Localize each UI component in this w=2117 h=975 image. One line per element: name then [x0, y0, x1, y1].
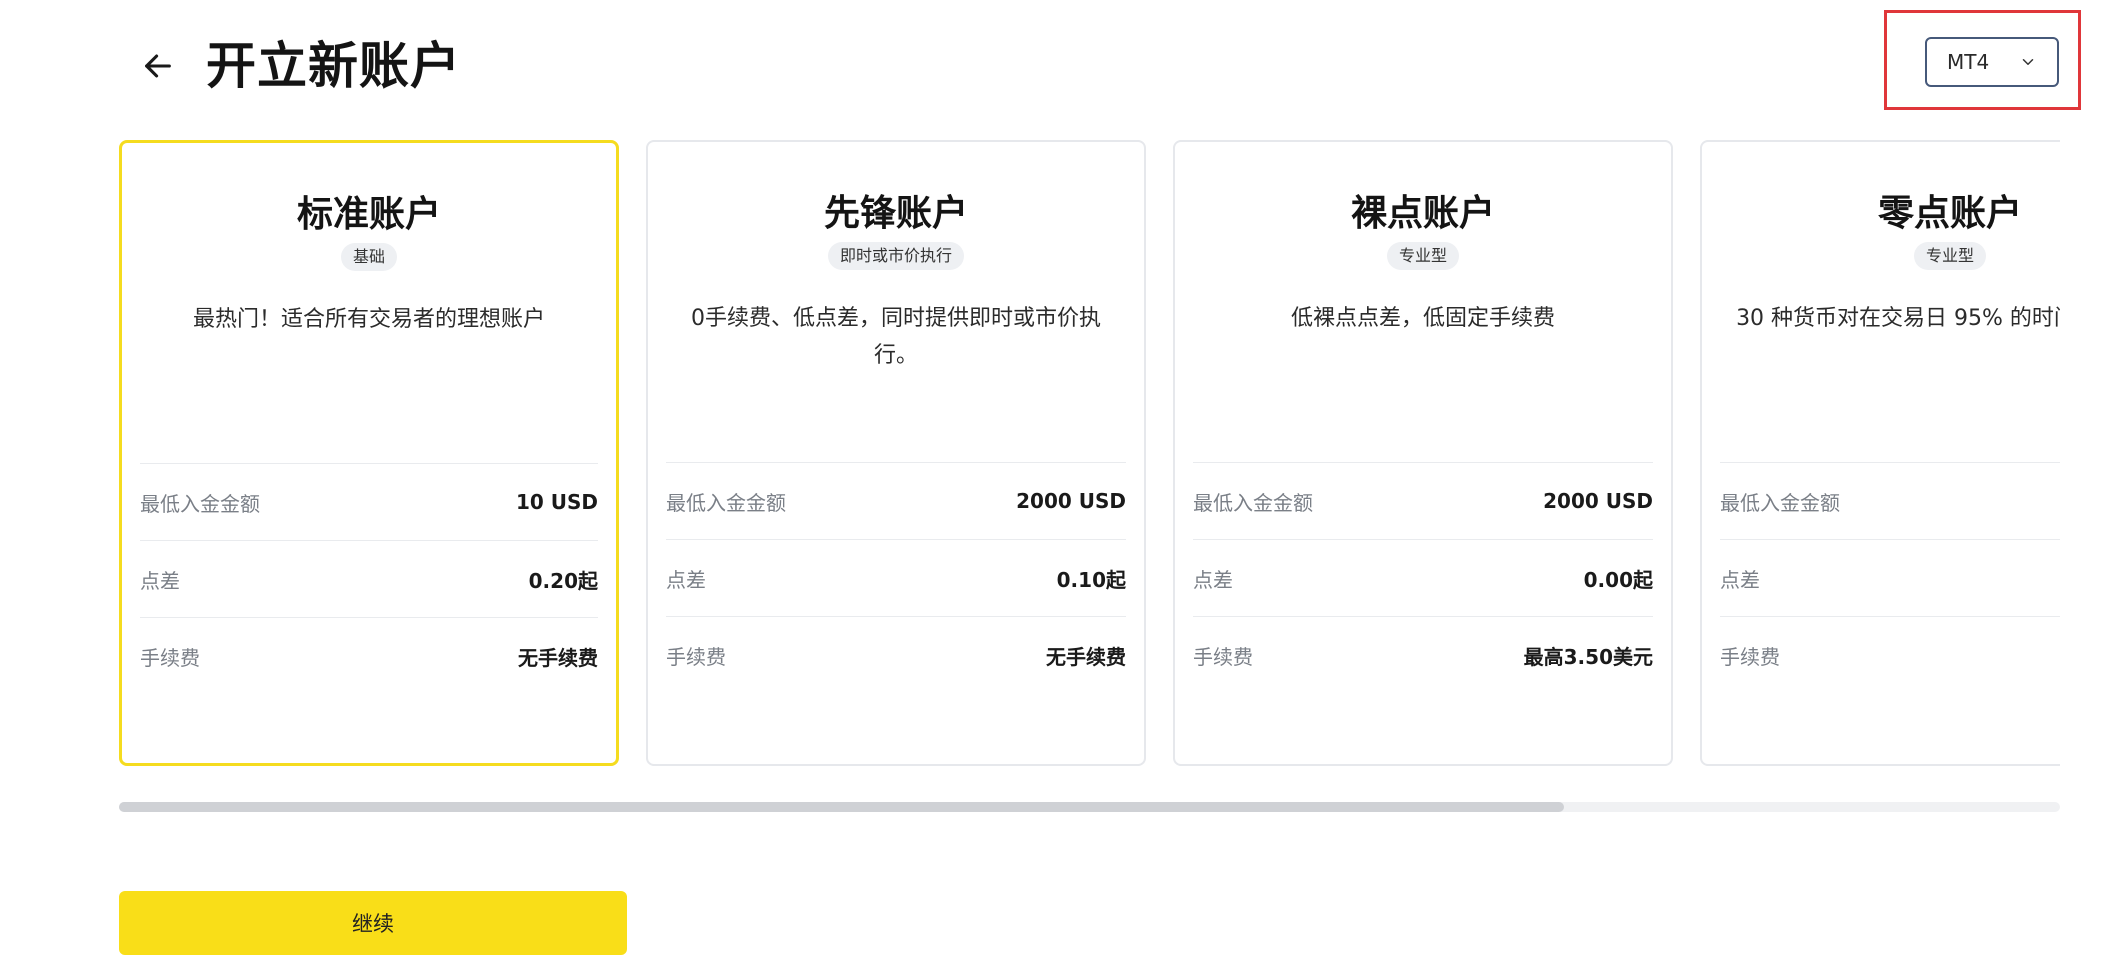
detail-value: 无手续费 [1046, 645, 1126, 669]
detail-label: 手续费 [1193, 645, 1253, 669]
account-card-title: 零点账户 [1877, 193, 2022, 234]
account-card-details: 最低入金金额 2000 USD 点差 0.00起 手续费 最高3.50美元 [1193, 462, 1653, 694]
account-card-raw[interactable]: 裸点账户 专业型 低裸点点差，低固定手续费 最低入金金额 2000 USD 点差… [1173, 140, 1673, 766]
detail-value: 2000 USD [1543, 489, 1653, 513]
detail-row-commission: 手续费 最高3.50美元 [1193, 617, 1653, 694]
detail-label: 手续费 [140, 646, 200, 670]
back-button[interactable] [136, 44, 180, 88]
detail-row-min-deposit: 最低入金金额 [1720, 463, 2060, 540]
account-card-title: 标准账户 [296, 194, 441, 235]
account-card-description: 低裸点点差，低固定手续费 [1290, 306, 1555, 331]
detail-row-spread: 点差 0.20起 [140, 541, 598, 618]
account-card-details: 最低入金金额 点差 手续费 [1720, 462, 2060, 694]
page-title: 开立新账户 [206, 37, 461, 95]
detail-row-commission: 手续费 [1720, 617, 2060, 694]
account-card-zero[interactable]: 零点账户 专业型 30 种货币对在交易日 95% 的时间内零点差 最低入金金额 … [1700, 140, 2060, 766]
detail-label: 点差 [1193, 567, 1233, 592]
account-card-badge: 专业型 [1386, 242, 1459, 270]
detail-label: 手续费 [666, 645, 726, 669]
open-account-page: 开立新账户 MT4 标准账户 基础 最热门！适合所有交易者的理想账户 最低入金金… [0, 0, 2117, 975]
account-card-details: 最低入金金额 2000 USD 点差 0.10起 手续费 无手续费 [666, 462, 1126, 694]
account-cards-track: 标准账户 基础 最热门！适合所有交易者的理想账户 最低入金金额 10 USD 点… [119, 140, 2060, 766]
account-card-badge: 即时或市价执行 [827, 242, 964, 270]
detail-value: 0.10起 [1056, 567, 1126, 592]
account-card-title: 先锋账户 [823, 193, 968, 234]
detail-row-spread: 点差 [1720, 540, 2060, 617]
detail-value: 10 USD [515, 490, 598, 514]
horizontal-scrollbar[interactable] [119, 802, 2060, 812]
detail-row-commission: 手续费 无手续费 [666, 617, 1126, 694]
continue-button[interactable]: 继续 [119, 891, 627, 955]
account-card-description: 0手续费、低点差，同时提供即时或市价执行。 [691, 306, 1101, 368]
detail-row-min-deposit: 最低入金金额 10 USD [140, 464, 598, 541]
arrow-left-icon [145, 54, 171, 78]
account-card-badge: 基础 [340, 243, 397, 271]
account-card-badge: 专业型 [1913, 242, 1986, 270]
scrollbar-thumb[interactable] [119, 802, 1564, 812]
detail-label: 最低入金金额 [666, 490, 786, 515]
account-card-details: 最低入金金额 10 USD 点差 0.20起 手续费 无手续费 [140, 463, 598, 695]
detail-label: 最低入金金额 [1193, 490, 1313, 515]
account-card-pioneer[interactable]: 先锋账户 即时或市价执行 0手续费、低点差，同时提供即时或市价执行。 最低入金金… [646, 140, 1146, 766]
detail-value: 2000 USD [1016, 489, 1126, 513]
account-card-description: 最热门！适合所有交易者的理想账户 [192, 307, 545, 332]
detail-value: 0.20起 [528, 568, 598, 593]
platform-select[interactable]: MT4 [1925, 37, 2059, 87]
account-card-standard[interactable]: 标准账户 基础 最热门！适合所有交易者的理想账户 最低入金金额 10 USD 点… [119, 140, 619, 766]
detail-label: 点差 [666, 567, 706, 592]
chevron-down-icon [2022, 59, 2034, 65]
detail-label: 最低入金金额 [140, 491, 260, 516]
detail-row-spread: 点差 0.10起 [666, 540, 1126, 617]
platform-select-value: MT4 [1947, 50, 1990, 74]
detail-value: 最高3.50美元 [1523, 645, 1653, 669]
detail-row-min-deposit: 最低入金金额 2000 USD [1193, 463, 1653, 540]
detail-label: 最低入金金额 [1720, 490, 1840, 515]
detail-label: 点差 [1720, 567, 1760, 592]
detail-row-min-deposit: 最低入金金额 2000 USD [666, 463, 1126, 540]
detail-label: 手续费 [1720, 645, 1780, 669]
account-card-description: 30 种货币对在交易日 95% 的时间内零点差 [1736, 306, 2060, 331]
detail-row-spread: 点差 0.00起 [1193, 540, 1653, 617]
detail-row-commission: 手续费 无手续费 [140, 618, 598, 695]
detail-value: 0.00起 [1583, 567, 1653, 592]
detail-value: 无手续费 [518, 646, 598, 670]
account-cards-carousel: 标准账户 基础 最热门！适合所有交易者的理想账户 最低入金金额 10 USD 点… [119, 140, 2060, 766]
detail-label: 点差 [140, 568, 180, 593]
account-card-title: 裸点账户 [1350, 193, 1495, 234]
